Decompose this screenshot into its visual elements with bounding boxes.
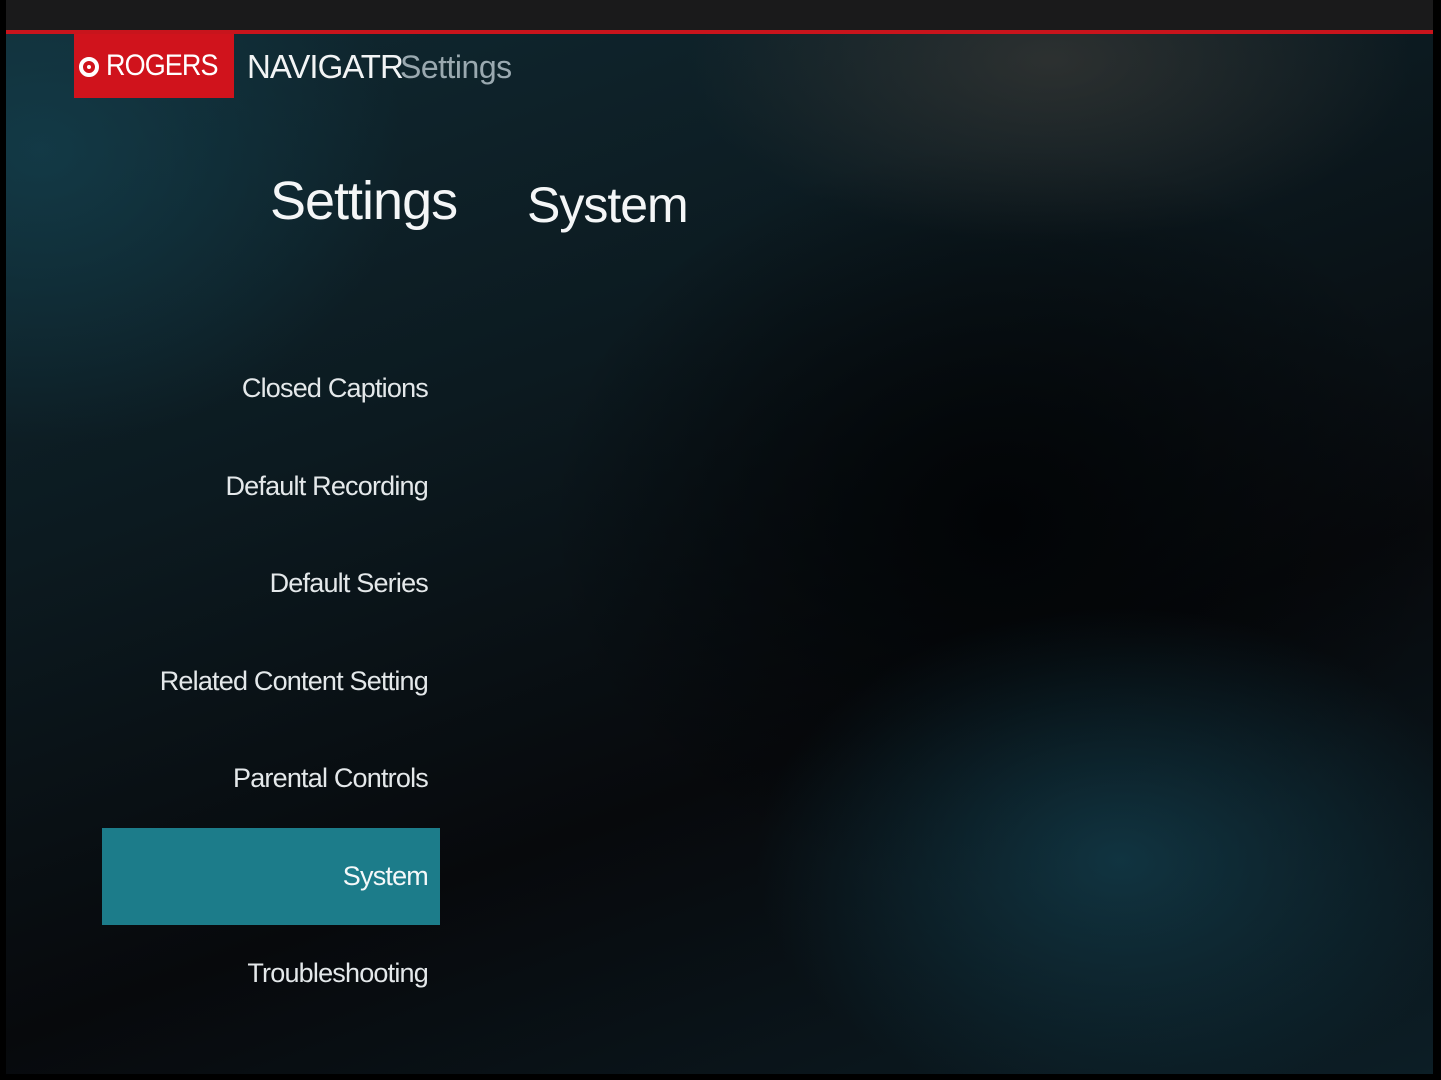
menu-item-system[interactable]: System — [102, 827, 440, 925]
screen-border-bottom — [0, 1074, 1441, 1080]
settings-screen: ROGERS NAVIGATR Settings Settings System… — [0, 0, 1441, 1080]
menu-item-related-content-setting[interactable]: Related Content Setting — [102, 633, 440, 731]
brand-name: ROGERS — [105, 49, 219, 82]
screen-border-right — [1433, 0, 1441, 1080]
header-section-label: Settings — [400, 49, 512, 85]
menu-item-closed-captions[interactable]: Closed Captions — [102, 340, 440, 438]
product-name: NAVIGATR — [247, 48, 404, 85]
screen-border-left — [0, 0, 6, 1080]
page-title: Settings — [270, 171, 458, 231]
selected-section-title: System — [527, 177, 689, 233]
rogers-logo-icon — [78, 57, 99, 77]
menu-item-parental-controls[interactable]: Parental Controls — [102, 730, 440, 828]
top-bar — [0, 0, 1441, 31]
brand-badge: ROGERS — [74, 34, 234, 98]
menu-item-default-recording[interactable]: Default Recording — [102, 438, 440, 536]
menu-item-default-series[interactable]: Default Series — [102, 535, 440, 633]
menu-item-troubleshooting[interactable]: Troubleshooting — [102, 925, 440, 1023]
settings-menu: Closed Captions Default Recording Defaul… — [102, 340, 440, 1023]
